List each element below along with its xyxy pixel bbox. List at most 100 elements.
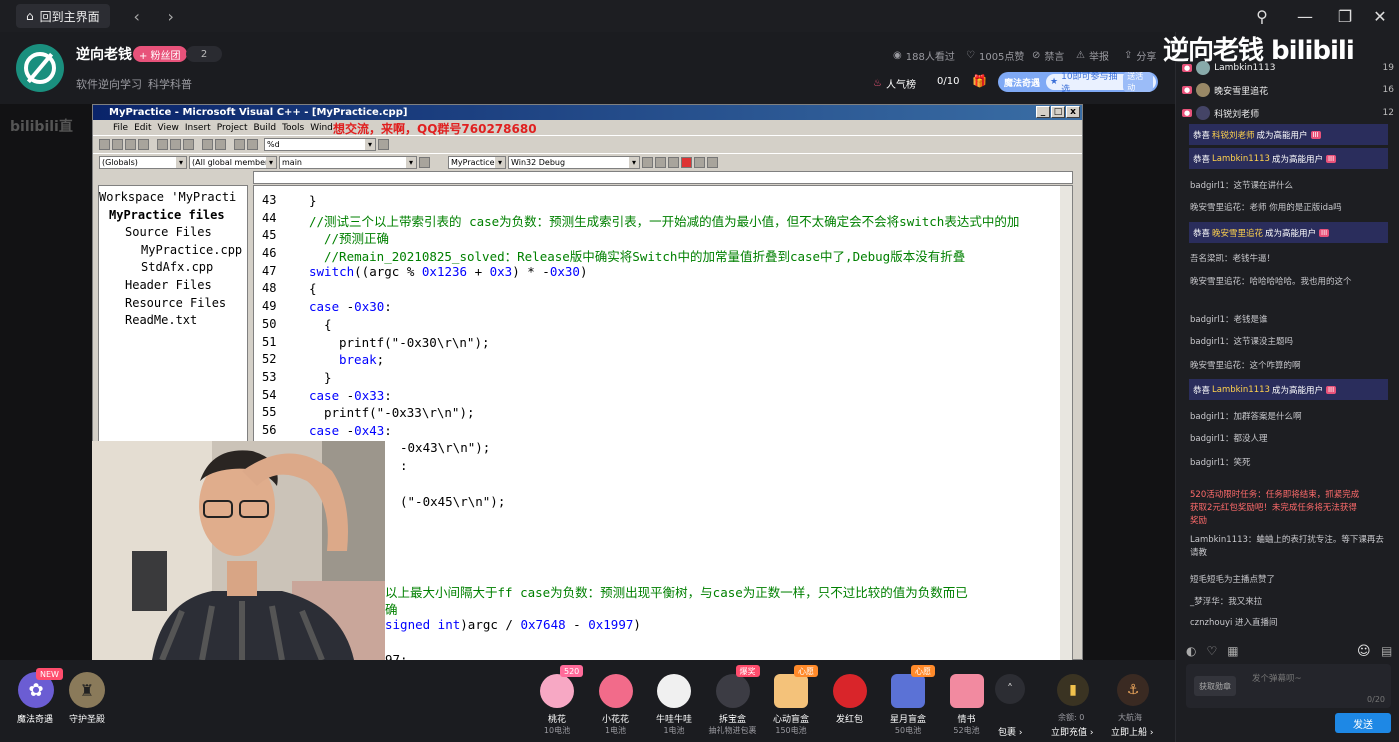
build-icon[interactable]	[655, 157, 666, 168]
chat-message[interactable]: badgirl1：都没人理	[1190, 433, 1390, 446]
undo-icon[interactable]	[202, 139, 213, 150]
chat-message[interactable]: badgirl1：这节课在讲什么	[1190, 180, 1390, 193]
heart-icon[interactable]: ♡	[1206, 644, 1217, 658]
tree-resource-files[interactable]: Resource Files	[99, 296, 247, 314]
tree-header-files[interactable]: Header Files	[99, 278, 247, 296]
go-icon[interactable]	[694, 157, 705, 168]
menu-edit[interactable]: Edit	[134, 123, 151, 133]
minimize-icon[interactable]: —	[1285, 0, 1325, 32]
menu-window[interactable]: Wind	[310, 123, 333, 133]
class-combo[interactable]: (Globals)	[99, 156, 187, 169]
category-tag[interactable]: 科学科普	[148, 76, 192, 92]
minimize-icon[interactable]: _	[1036, 106, 1050, 118]
calendar-icon[interactable]: ▦	[1227, 644, 1238, 658]
chevron-left-icon[interactable]: ‹	[124, 4, 150, 28]
chevron-right-icon[interactable]: ›	[158, 4, 184, 28]
menu-project[interactable]: Project	[217, 123, 248, 133]
find-combo[interactable]: %d	[264, 138, 376, 151]
chat-message[interactable]: badgirl1：加群答案是什么啊	[1190, 411, 1390, 424]
pin-icon[interactable]: ⚲	[1242, 0, 1282, 32]
danmaku-input[interactable]: 获取勋章 发个弹幕呗~ 0/20	[1186, 664, 1391, 708]
keyboard-icon[interactable]: ▤	[1381, 644, 1392, 658]
maximize-icon[interactable]: ❐	[1325, 0, 1365, 32]
tree-file[interactable]: MyPractice.cpp	[99, 243, 247, 261]
close-icon[interactable]: ✕	[1360, 0, 1399, 32]
send-button[interactable]: 发送	[1335, 713, 1391, 733]
editor-scrollbar[interactable]	[1060, 186, 1072, 660]
menu-insert[interactable]: Insert	[185, 123, 211, 133]
gift-icon[interactable]	[540, 674, 574, 708]
gift-icon[interactable]	[715, 674, 750, 708]
gift-icon[interactable]	[657, 674, 691, 708]
mute-button[interactable]: ⊘ 禁言	[1032, 48, 1064, 63]
chat-message[interactable]: _梦浮华：我又来拉	[1190, 596, 1390, 609]
rank-row[interactable]: ● 晚安雪里追花 16	[1182, 80, 1394, 100]
menu-tools[interactable]: Tools	[282, 123, 304, 133]
find-icon[interactable]	[378, 139, 389, 150]
chat-message[interactable]: badgirl1：笑死	[1190, 457, 1390, 470]
cut-icon[interactable]	[157, 139, 168, 150]
stop-build-icon[interactable]	[668, 157, 679, 168]
chat-message[interactable]: 晚安雪里追花：这个咋算的啊	[1190, 360, 1390, 373]
rank-row[interactable]: ● Lambkin1113 19	[1182, 58, 1394, 78]
gift-icon[interactable]	[949, 674, 984, 708]
recharge-link[interactable]: 立即充值 ›	[1051, 725, 1093, 738]
menu-build[interactable]: Build	[253, 123, 276, 133]
open-icon[interactable]	[112, 139, 123, 150]
wizard-icon[interactable]	[419, 157, 430, 168]
magic-adventure-pill[interactable]: 魔法奇遇 ★ 10即可参与抽选 送活动	[998, 72, 1158, 92]
chat-message[interactable]: 晚安雪里追花：老师 你用的是正版ida吗	[1190, 202, 1390, 215]
popularity-rank-button[interactable]: ♨ 人气榜	[873, 76, 916, 91]
home-button[interactable]: ⌂ 回到主界面	[16, 4, 110, 28]
output-icon[interactable]	[247, 139, 258, 150]
chat-message[interactable]: badgirl1：这节课没主题吗	[1190, 336, 1390, 349]
chat-message[interactable]: 吾名梁凯：老钱牛逼！	[1190, 253, 1390, 266]
new-file-icon[interactable]	[99, 139, 110, 150]
redo-icon[interactable]	[215, 139, 226, 150]
close-icon[interactable]: x	[1066, 106, 1080, 118]
workspace-icon[interactable]	[234, 139, 245, 150]
tree-workspace[interactable]: Workspace 'MyPracti	[99, 190, 247, 208]
gift-icon[interactable]	[774, 674, 808, 708]
chat-message[interactable]: Lambkin1113：蛐蛐上的表打扰专注。等下课再去请教	[1190, 534, 1390, 560]
menu-view[interactable]: View	[158, 123, 179, 133]
tree-project[interactable]: MyPractice files	[99, 208, 247, 226]
chat-message[interactable]: 短毛短毛为主播点赞了	[1190, 574, 1390, 587]
report-button[interactable]: ⚠ 举报	[1076, 48, 1109, 63]
bag-button[interactable]: 包裹 ›	[998, 725, 1022, 738]
streamer-name[interactable]: 逆向老钱	[76, 44, 132, 64]
compile-icon[interactable]	[642, 157, 653, 168]
chat-message[interactable]: badgirl1：老钱是谁	[1190, 314, 1390, 327]
fans-club-button[interactable]: + 粉丝团	[133, 46, 187, 62]
run-icon[interactable]	[681, 157, 692, 168]
save-all-icon[interactable]	[138, 139, 149, 150]
project-combo[interactable]: MyPractice	[448, 156, 506, 169]
maximize-icon[interactable]: □	[1051, 106, 1065, 118]
video-player[interactable]: bilibili直 MyPractice - Microsoft Visual …	[0, 104, 1175, 660]
gift-icon[interactable]	[598, 674, 633, 708]
save-icon[interactable]	[125, 139, 136, 150]
category-tag[interactable]: 软件逆向学习	[76, 76, 142, 92]
function-combo[interactable]: main	[279, 156, 417, 169]
config-combo[interactable]: Win32 Debug	[508, 156, 640, 169]
copy-icon[interactable]	[170, 139, 181, 150]
rank-row[interactable]: ● 科锐刘老师 12	[1182, 103, 1394, 123]
wizard-bar[interactable]	[253, 171, 1073, 184]
breakpoint-icon[interactable]	[707, 157, 718, 168]
chevron-up-icon[interactable]: ˄	[995, 674, 1025, 704]
share-button[interactable]: ⇪ 分享	[1124, 48, 1156, 63]
guardian-temple-icon[interactable]: ♜	[69, 672, 105, 708]
gift-icon[interactable]	[891, 674, 925, 708]
paste-icon[interactable]	[183, 139, 194, 150]
palette-icon[interactable]: ◐	[1186, 644, 1196, 658]
tree-source-files[interactable]: Source Files	[99, 225, 247, 243]
members-combo[interactable]: (All global member	[189, 156, 277, 169]
chat-message[interactable]: 晚安雪里追花：哈哈哈哈哈。我也用的这个	[1190, 276, 1390, 289]
gift-icon[interactable]: 🎁	[972, 74, 987, 88]
medal-button[interactable]: 获取勋章	[1194, 676, 1236, 696]
tree-file[interactable]: ReadMe.txt	[99, 313, 247, 331]
emoji-icon[interactable]: ☺	[1357, 644, 1371, 659]
board-ship-link[interactable]: 立即上船 ›	[1111, 725, 1153, 738]
tree-file[interactable]: StdAfx.cpp	[99, 260, 247, 278]
streamer-avatar[interactable]	[16, 44, 64, 92]
